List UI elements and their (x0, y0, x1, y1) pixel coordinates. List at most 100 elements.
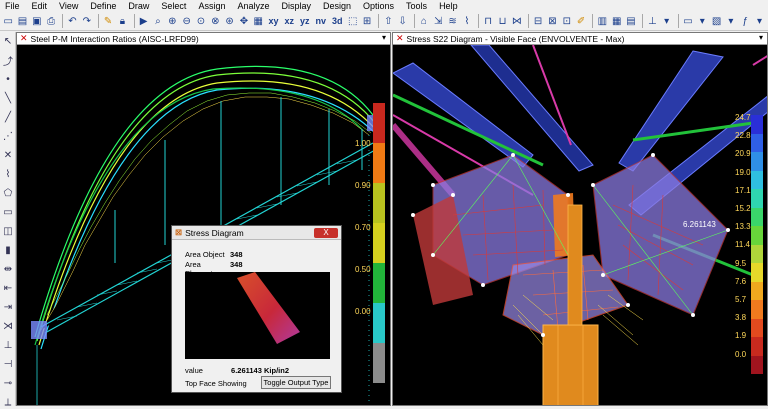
zoom-restore-icon[interactable]: ⊙ (195, 15, 207, 28)
snap-perpendicular-icon[interactable]: ⟂ (1, 395, 15, 409)
shell-section-icon[interactable]: ⊔ (496, 15, 508, 28)
open-icon[interactable]: ▤ (16, 15, 28, 28)
draw-cable-icon[interactable]: ⋰ (1, 129, 15, 143)
draw-line-icon[interactable]: ╱ (1, 110, 15, 124)
stress-model-view[interactable]: 6.261143 (393, 45, 768, 406)
get-previous-icon[interactable]: ⇤ (1, 281, 15, 295)
run-analysis-icon[interactable]: ▶ (137, 15, 149, 28)
dialog-close-button[interactable]: X (314, 228, 338, 238)
toolbar-separator (413, 14, 415, 28)
function-icon[interactable]: ƒ (739, 15, 751, 28)
close-view-icon[interactable]: ✕ (20, 33, 28, 44)
display-tables-icon[interactable]: ▦ (611, 15, 623, 28)
toolbar-separator (592, 14, 594, 28)
menu-display[interactable]: Display (276, 0, 318, 12)
show-tables-icon[interactable]: ▤ (625, 15, 637, 28)
redo-icon[interactable]: ↷ (81, 15, 93, 28)
show-forces-icon[interactable]: ⌇ (461, 15, 473, 28)
design-pencil-icon[interactable]: ✐ (575, 15, 587, 28)
link-section-icon[interactable]: ⋈ (511, 15, 523, 28)
dropdown-arrow-icon[interactable]: ▾ (696, 15, 708, 28)
dropdown-arrow-icon[interactable]: ▾ (660, 15, 672, 28)
pointer-icon[interactable]: ↖ (1, 34, 15, 48)
zoom-full-icon[interactable]: ⊛ (223, 15, 235, 28)
menu-design[interactable]: Design (318, 0, 358, 12)
display-options-icon[interactable]: ▥ (596, 15, 608, 28)
pan-icon[interactable]: ⊗ (209, 15, 221, 28)
toolbar-separator (478, 14, 479, 28)
select-all-icon[interactable]: ⇹ (1, 262, 15, 276)
move-down-icon[interactable]: ⇩ (396, 15, 408, 28)
show-undeformed-icon[interactable]: ⌂ (418, 15, 430, 28)
toolbar-separator (133, 14, 135, 28)
show-deformed-icon[interactable]: ≋ (446, 15, 458, 28)
design-concrete-icon[interactable]: ⊡ (561, 15, 573, 28)
toolbar-separator (527, 14, 529, 28)
menu-draw[interactable]: Draw (123, 0, 156, 12)
pan-view-icon[interactable]: ✥ (238, 15, 250, 28)
draw-rect-area-icon[interactable]: ▭ (1, 205, 15, 219)
zoom-out-icon[interactable]: ⊖ (180, 15, 192, 28)
toolbar-separator (378, 14, 380, 28)
view-xz-button[interactable]: xz (282, 15, 296, 28)
close-view-icon[interactable]: ✕ (396, 33, 404, 44)
main-toolbar: ▭ ▤ ▣ ⎙ ↶ ↷ ✎ 🔒︎ ▶ ⌕ ⊕ ⊖ ⊙ ⊗ ⊛ ✥ ▦ xy xz… (0, 12, 768, 31)
window-icon[interactable]: ▭ (682, 15, 694, 28)
snap-midpoints-icon[interactable]: ⊣ (1, 357, 15, 371)
snap-joints-icon[interactable]: ⊥ (1, 338, 15, 352)
draw-brace-icon[interactable]: ✕ (1, 148, 15, 162)
reshape-icon[interactable]: ⤴ (1, 53, 15, 68)
save-icon[interactable]: ▣ (31, 15, 43, 28)
draw-tendon-icon[interactable]: ⌇ (1, 167, 15, 181)
frame-section-icon[interactable]: ⊓ (482, 15, 494, 28)
view-3d-button[interactable]: 3d (330, 15, 345, 28)
draw-quad-area-icon[interactable]: ◫ (1, 224, 15, 238)
menu-help[interactable]: Help (434, 0, 465, 12)
lock-icon[interactable]: 🔒︎ (116, 15, 128, 28)
clear-selection-icon[interactable]: ⇥ (1, 300, 15, 314)
3d-view-icon[interactable]: ▦ (252, 15, 264, 28)
menu-file[interactable]: File (0, 0, 27, 12)
menu-select[interactable]: Select (156, 0, 193, 12)
zoom-in-icon[interactable]: ⊕ (166, 15, 178, 28)
view-nv-button[interactable]: nv (313, 15, 328, 28)
draw-frame-icon[interactable]: ╲ (1, 91, 15, 105)
design-steel-icon[interactable]: ⊠ (546, 15, 558, 28)
snap-intersections-icon[interactable]: ⊸ (1, 376, 15, 390)
set-display-icon[interactable]: ⊥ (646, 15, 658, 28)
draw-poly-area-icon[interactable]: ⬠ (1, 186, 15, 200)
move-up-icon[interactable]: ⇧ (382, 15, 394, 28)
new-model-icon[interactable]: ▭ (2, 15, 14, 28)
perspective-icon[interactable]: ⬚ (347, 15, 359, 28)
view-menu-arrow-icon[interactable]: ▾ (759, 33, 763, 42)
print-icon[interactable]: ⎙ (45, 15, 57, 28)
view-xy-button[interactable]: xy (266, 15, 280, 28)
rubber-band-zoom-icon[interactable]: ⌕ (152, 15, 164, 28)
right-view-pane[interactable]: ✕ Stress S22 Diagram - Visible Face (ENV… (392, 32, 768, 406)
grid-icon[interactable]: ⊞ (361, 15, 373, 28)
dropdown-arrow-icon[interactable]: ▾ (725, 15, 737, 28)
design-check-icon[interactable]: ⊟ (532, 15, 544, 28)
view-menu-arrow-icon[interactable]: ▾ (382, 33, 386, 42)
undo-icon[interactable]: ↶ (66, 15, 78, 28)
menu-view[interactable]: View (54, 0, 85, 12)
menu-options[interactable]: Options (358, 0, 401, 12)
menu-analyze[interactable]: Analyze (232, 0, 276, 12)
menu-assign[interactable]: Assign (193, 0, 232, 12)
value-label: value (185, 366, 203, 375)
show-loads-icon[interactable]: ⇲ (432, 15, 444, 28)
view-yz-button[interactable]: yz (298, 15, 312, 28)
menu-define[interactable]: Define (85, 0, 123, 12)
menu-tools[interactable]: Tools (401, 0, 434, 12)
layers-icon[interactable]: ▧ (710, 15, 722, 28)
dropdown-arrow-icon[interactable]: ▾ (753, 15, 765, 28)
intersecting-line-icon[interactable]: ⋊ (1, 319, 15, 333)
menu-edit[interactable]: Edit (27, 0, 55, 12)
legend-label: 0.90 (355, 181, 371, 190)
legend-label: 1.9 (735, 331, 747, 341)
refresh-icon[interactable]: ✎ (102, 15, 114, 28)
draw-solid-icon[interactable]: ▮ (1, 243, 15, 257)
value-text: 6.261143 Kip/in2 (231, 366, 289, 375)
toggle-output-type-button[interactable]: Toggle Output Type (261, 376, 331, 389)
draw-point-icon[interactable]: • (1, 72, 15, 86)
